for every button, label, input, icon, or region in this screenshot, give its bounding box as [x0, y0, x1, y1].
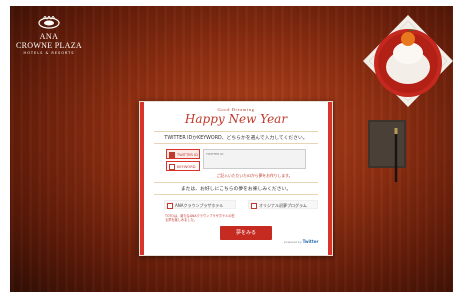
checkbox-icon: [169, 163, 175, 170]
dream-submit-button[interactable]: 夢をみる: [220, 226, 272, 240]
divider: [154, 182, 318, 183]
option-left-label: ANAクラウンプラザホテル: [175, 203, 224, 208]
checkbox-icon: [251, 202, 257, 209]
new-year-dream-form-card: Good Dreaming Happy New Year TWITTER IDか…: [139, 101, 333, 256]
option-right-label: オリジナル初夢プログラム: [259, 203, 307, 208]
brand-line-3: HOTELS & RESORTS: [23, 51, 75, 55]
tab-keyword-label: KEYWORD: [177, 165, 196, 169]
frame-right: [453, 0, 463, 298]
card-headline: Happy New Year: [184, 112, 288, 126]
divider: [154, 143, 318, 144]
option-note: TOTOは、新たなANAクラウンプラザホテルの在る夢を楽しみました。: [165, 214, 235, 222]
kagami-mochi-plate-image: [363, 15, 453, 107]
input-type-tabs: TWITTER ID KEYWORD: [166, 149, 200, 173]
tab-twitter-id-label: TWITTER ID: [177, 153, 198, 157]
twitter-id-input[interactable]: TWITTER ID: [203, 149, 306, 169]
frame-left: [0, 0, 10, 298]
ana-crowne-plaza-logo[interactable]: ANA CROWNE PLAZA HOTELS & RESORTS: [14, 16, 84, 55]
tab-keyword[interactable]: KEYWORD: [166, 161, 200, 171]
brand-line-2: CROWNE PLAZA: [15, 41, 83, 50]
option-original-program[interactable]: オリジナル初夢プログラム: [248, 200, 318, 209]
powered-by-prefix: powered by: [284, 240, 302, 244]
instruction-mid: または、お好しにこちらの夢をお楽しみください。: [180, 187, 292, 192]
brand-line-1: ANA: [39, 32, 59, 41]
checkbox-icon: [167, 202, 173, 209]
frame-bottom: [0, 292, 463, 298]
frame-top: [0, 0, 463, 6]
powered-by-twitter: powered by Twitter: [284, 239, 318, 244]
input-note: ご記入いただいたIDから夢をお作りします。: [216, 173, 293, 178]
divider: [154, 194, 318, 195]
divider: [154, 131, 318, 132]
instruction-top: TWITTER IDかKEYWORD、どちらかを選んで入力してください。: [164, 136, 308, 141]
checkbox-icon: [169, 151, 175, 158]
crown-icon: [38, 16, 60, 29]
tab-twitter-id[interactable]: TWITTER ID: [166, 149, 200, 159]
twitter-wordmark: Twitter: [302, 239, 319, 244]
option-ana-crowne-plaza[interactable]: ANAクラウンプラザホテル: [164, 200, 236, 209]
inkstone-brush-image: [368, 120, 406, 182]
